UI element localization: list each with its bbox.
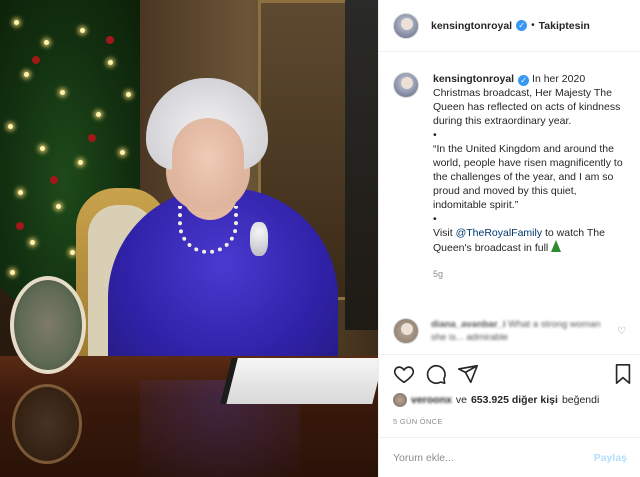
tree-light	[14, 20, 19, 25]
comment: diana_avanbar_i What a strong woman she …	[393, 318, 633, 344]
comment-input[interactable]	[393, 452, 594, 464]
caption-time: 5g	[433, 269, 444, 279]
post-header: kensingtonroyal ✓ • Takiptesin	[379, 0, 640, 52]
brooch	[250, 222, 268, 256]
heart-icon[interactable]	[393, 363, 415, 385]
following-button[interactable]: Takiptesin	[539, 20, 590, 32]
action-bar	[393, 363, 633, 387]
tree-light	[108, 60, 113, 65]
comment-like-icon[interactable]: ♡	[617, 326, 626, 337]
tree-light	[126, 92, 131, 97]
tree-light	[24, 72, 29, 77]
wall-panel-dark	[345, 0, 378, 330]
comment-username[interactable]: diana_avanbar_i	[431, 319, 505, 330]
tree-light	[78, 160, 83, 165]
post-image[interactable]	[0, 0, 378, 477]
verified-icon: ✓	[518, 75, 530, 86]
tree-ornament	[88, 134, 96, 142]
visit-prefix: Visit	[433, 227, 456, 239]
likes-row: veroonx ve 653.925 diğer kişi beğendi	[393, 393, 599, 407]
avatar[interactable]	[393, 12, 419, 39]
verified-icon: ✓	[516, 20, 528, 31]
caption-quote: “In the United Kingdom and around the wo…	[433, 143, 623, 211]
speech-folder	[220, 358, 378, 404]
framed-photo-reflection	[12, 384, 82, 464]
face-front	[172, 118, 244, 208]
tree-light	[120, 150, 125, 155]
tree-light	[80, 28, 85, 33]
tree-ornament	[50, 176, 58, 184]
caption-visit: Visit @TheRoyalFamily to watch The Queen…	[433, 226, 633, 255]
tree-light	[44, 40, 49, 45]
likes-count[interactable]: 653.925 diğer kişi	[471, 394, 558, 406]
post-sidebar: kensingtonroyal ✓ • Takiptesin kensingto…	[378, 0, 640, 477]
comment-box: Paylaş	[379, 437, 640, 477]
header-username[interactable]: kensingtonroyal	[431, 20, 512, 32]
christmas-tree-icon	[551, 240, 562, 252]
actions-section: veroonx ve 653.925 diğer kişi beğendi 5 …	[379, 354, 640, 477]
comment-icon[interactable]	[425, 363, 447, 385]
caption-text: kensingtonroyal ✓ In her 2020 Christmas b…	[433, 72, 633, 281]
tree-light	[60, 90, 65, 95]
post-date[interactable]: 5 GÜN ÖNCE	[393, 417, 443, 426]
post-comment-button[interactable]: Paylaş	[594, 452, 627, 464]
framed-photo	[10, 276, 86, 374]
liker-avatar[interactable]	[393, 393, 407, 407]
comment-text: diana_avanbar_i What a strong woman she …	[431, 318, 611, 344]
likes-suffix: beğendi	[561, 394, 600, 406]
caption-username[interactable]: kensingtonroyal	[433, 73, 514, 85]
header-separator: •	[531, 20, 535, 31]
tree-ornament	[32, 56, 40, 64]
caption-avatar[interactable]	[393, 72, 419, 98]
tree-ornament	[16, 222, 24, 230]
caption-bullet: •	[433, 129, 437, 141]
comment-avatar[interactable]	[393, 318, 419, 344]
tree-light	[56, 204, 61, 209]
tree-light	[70, 250, 75, 255]
liker-username[interactable]: veroonx	[411, 394, 452, 406]
caption-bullet: •	[433, 213, 437, 225]
tree-ornament	[106, 36, 114, 44]
share-icon[interactable]	[457, 363, 479, 385]
tree-light	[40, 146, 45, 151]
caption: kensingtonroyal ✓ In her 2020 Christmas b…	[393, 72, 633, 281]
tree-light	[8, 124, 13, 129]
tree-light	[18, 190, 23, 195]
likes-mid: ve	[455, 394, 467, 406]
tree-light	[96, 112, 101, 117]
mention-link[interactable]: @TheRoyalFamily	[456, 227, 543, 239]
tree-light	[30, 240, 35, 245]
tree-light	[10, 270, 15, 275]
bookmark-icon[interactable]	[613, 363, 633, 385]
